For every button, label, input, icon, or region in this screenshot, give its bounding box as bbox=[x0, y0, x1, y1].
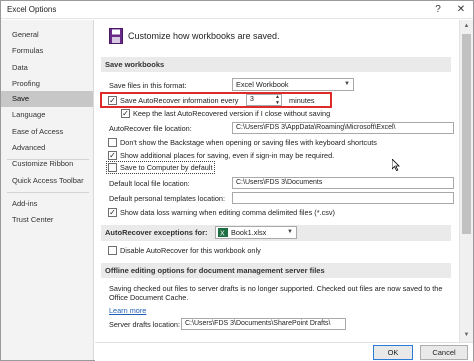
disable-autorecover-label: Disable AutoRecover for this workbook on… bbox=[120, 246, 261, 255]
cancel-button[interactable]: Cancel bbox=[420, 345, 468, 360]
chevron-down-icon: ▼ bbox=[344, 81, 350, 87]
sidebar-item-general[interactable]: General bbox=[1, 27, 93, 43]
offline-description-line2: Office Document Cache. bbox=[109, 293, 189, 302]
sidebar-item-formulas[interactable]: Formulas bbox=[1, 43, 93, 59]
minutes-label: minutes bbox=[289, 96, 315, 105]
save-format-label: Save files in this format: bbox=[109, 81, 187, 90]
save-options-panel: Customize how workbooks are saved. Save … bbox=[95, 20, 459, 342]
learn-more-link[interactable]: Learn more bbox=[109, 306, 146, 315]
page-header: Customize how workbooks are saved. bbox=[128, 31, 280, 41]
sidebar-item-customize-ribbon[interactable]: Customize Ribbon bbox=[1, 156, 93, 172]
autorecover-minutes-value: 3 bbox=[250, 96, 254, 103]
sidebar-item-ease-of-access[interactable]: Ease of Access bbox=[1, 124, 93, 140]
default-local-location-label: Default local file location: bbox=[109, 179, 190, 188]
section-header-save-workbooks: Save workbooks bbox=[101, 57, 451, 72]
keep-last-version-label: Keep the last AutoRecovered version if I… bbox=[133, 109, 331, 118]
sidebar-item-quick-access-toolbar[interactable]: Quick Access Toolbar bbox=[1, 173, 93, 189]
chevron-down-icon: ▼ bbox=[287, 229, 293, 235]
section-header-offline-editing: Offline editing options for document man… bbox=[101, 263, 451, 278]
sidebar-item-proofing[interactable]: Proofing bbox=[1, 76, 93, 92]
scroll-down-arrow-icon[interactable]: ▼ bbox=[460, 329, 473, 341]
sidebar-item-language[interactable]: Language bbox=[1, 107, 93, 123]
save-format-dropdown[interactable]: Excel Workbook ▼ bbox=[232, 78, 354, 91]
vertical-scrollbar[interactable]: ▲ ▼ bbox=[459, 20, 473, 342]
data-loss-warning-label: Show data loss warning when editing comm… bbox=[120, 208, 335, 217]
backstage-label: Don't show the Backstage when opening or… bbox=[120, 138, 377, 147]
mouse-cursor-icon bbox=[391, 158, 400, 172]
additional-places-label: Show additional places for saving, even … bbox=[120, 151, 335, 160]
sidebar-item-data[interactable]: Data bbox=[1, 60, 93, 76]
help-button[interactable]: ? bbox=[428, 2, 448, 17]
sidebar-item-advanced[interactable]: Advanced bbox=[1, 140, 93, 156]
save-format-value: Excel Workbook bbox=[236, 80, 289, 89]
ok-button[interactable]: OK bbox=[373, 345, 413, 360]
sidebar-item-add-ins[interactable]: Add-ins bbox=[1, 196, 93, 212]
default-local-location-input[interactable]: C:\Users\FDS 3\Documents bbox=[232, 177, 454, 189]
templates-location-label: Default personal templates location: bbox=[109, 194, 226, 203]
autorecover-location-value: C:\Users\FDS 3\AppData\Roaming\Microsoft… bbox=[236, 124, 396, 131]
disable-autorecover-checkbox[interactable] bbox=[108, 246, 117, 255]
floppy-disk-icon bbox=[109, 28, 123, 44]
offline-description-line1: Saving checked out files to server draft… bbox=[109, 284, 443, 293]
excel-workbook-icon: X bbox=[218, 228, 228, 238]
backstage-checkbox[interactable] bbox=[108, 138, 117, 147]
save-to-computer-label: Save to Computer by default bbox=[120, 163, 213, 172]
server-drafts-value: C:\Users\FDS 3\Documents\SharePoint Draf… bbox=[185, 320, 331, 327]
excel-options-window: Excel Options ? ✕ General Formulas Data … bbox=[0, 0, 474, 361]
window-title: Excel Options bbox=[7, 5, 57, 14]
svg-text:X: X bbox=[220, 231, 225, 238]
autorecover-location-label: AutoRecover file location: bbox=[109, 124, 192, 133]
additional-places-checkbox[interactable]: ✓ bbox=[108, 151, 117, 160]
server-drafts-input[interactable]: C:\Users\FDS 3\Documents\SharePoint Draf… bbox=[181, 318, 346, 330]
server-drafts-label: Server drafts location: bbox=[109, 320, 180, 329]
exceptions-workbook-value: Book1.xlsx bbox=[231, 228, 267, 237]
sidebar-item-trust-center[interactable]: Trust Center bbox=[1, 212, 93, 228]
minutes-spinner[interactable]: ▲ ▼ bbox=[273, 94, 282, 106]
autorecover-checkbox[interactable]: ✓ bbox=[108, 96, 117, 105]
scroll-up-arrow-icon[interactable]: ▲ bbox=[460, 20, 473, 32]
data-loss-warning-checkbox[interactable]: ✓ bbox=[108, 208, 117, 217]
save-to-computer-checkbox[interactable] bbox=[108, 163, 117, 172]
exceptions-workbook-dropdown[interactable]: X Book1.xlsx ▼ bbox=[215, 226, 297, 239]
scroll-thumb[interactable] bbox=[462, 34, 471, 234]
templates-location-input[interactable] bbox=[232, 192, 454, 204]
default-local-location-value: C:\Users\FDS 3\Documents bbox=[236, 179, 323, 186]
sidebar-item-save[interactable]: Save bbox=[1, 91, 93, 107]
autorecover-exceptions-title: AutoRecover exceptions for: bbox=[105, 228, 208, 237]
autorecover-label: Save AutoRecover information every bbox=[120, 96, 239, 105]
options-sidebar: General Formulas Data Proofing Save Lang… bbox=[1, 20, 94, 360]
autorecover-location-input[interactable]: C:\Users\FDS 3\AppData\Roaming\Microsoft… bbox=[232, 122, 454, 134]
dialog-button-bar: OK Cancel bbox=[95, 342, 473, 361]
title-bar: Excel Options ? ✕ bbox=[1, 1, 473, 19]
keep-last-version-checkbox[interactable]: ✓ bbox=[121, 109, 130, 118]
close-button[interactable]: ✕ bbox=[451, 2, 471, 17]
sidebar-divider bbox=[7, 192, 89, 193]
